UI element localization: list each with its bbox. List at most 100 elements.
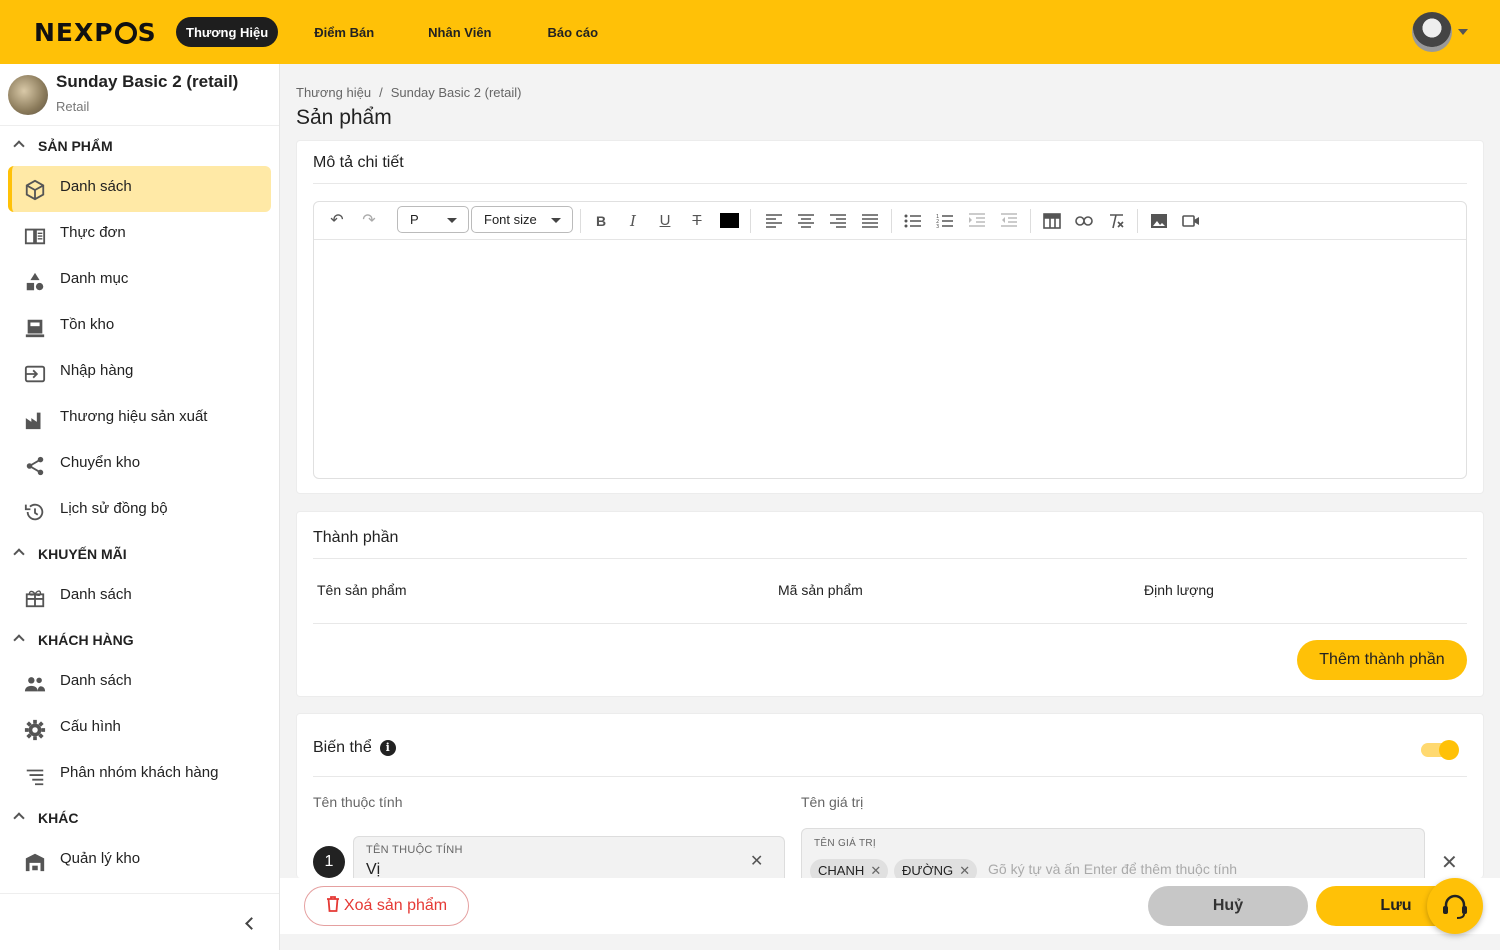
value-chip: CHANH ✕ <box>810 859 889 878</box>
sidebar-item-label: Danh sách <box>60 586 132 603</box>
user-avatar[interactable] <box>1412 12 1452 52</box>
indent-icon[interactable] <box>967 212 987 230</box>
sidebar-item-manufacturers[interactable]: Thương hiệu sản xuất <box>8 396 271 442</box>
sidebar-item-import[interactable]: Nhập hàng <box>8 350 271 396</box>
import-icon <box>24 365 46 383</box>
sidebar-item-label: Lịch sử đồng bộ <box>60 500 168 517</box>
chevron-down-icon[interactable] <box>1458 29 1468 35</box>
description-card: Mô tả chi tiết ↶ ↷ P Font size B I U T 1… <box>296 140 1484 494</box>
font-size-select[interactable]: Font size <box>471 206 573 233</box>
align-justify-icon[interactable] <box>860 212 880 230</box>
caret-down-icon <box>551 218 561 223</box>
link-icon[interactable] <box>1074 212 1094 230</box>
sidebar-item-warehouse[interactable]: Quản lý kho <box>8 838 271 884</box>
redo-icon[interactable]: ↷ <box>359 211 379 231</box>
nav-staff[interactable]: Nhân Viên <box>418 17 501 47</box>
chip-remove-icon[interactable]: ✕ <box>959 859 970 878</box>
breadcrumb: Thương hiệu / Sunday Basic 2 (retail) <box>296 85 521 100</box>
store-name: Sunday Basic 2 (retail) <box>56 72 239 91</box>
variants-toggle[interactable] <box>1421 740 1459 760</box>
sidebar-item-customer-list[interactable]: Danh sách <box>8 660 271 706</box>
italic-icon[interactable]: I <box>623 211 643 231</box>
toolbar-separator <box>1137 209 1138 233</box>
sidebar-item-transfer[interactable]: Chuyển kho <box>8 442 271 488</box>
attribute-name-field[interactable]: Tên thuộc tính Vị ✕ <box>353 836 785 878</box>
toolbar-separator <box>1030 209 1031 233</box>
headset-icon <box>1443 894 1467 919</box>
sidebar-item-label: Quản lý kho <box>60 850 141 867</box>
cancel-button[interactable]: Huỷ <box>1148 886 1308 926</box>
outdent-icon[interactable] <box>999 212 1019 230</box>
support-chat-button[interactable] <box>1427 878 1483 934</box>
add-ingredient-button[interactable]: Thêm thành phần <box>1297 640 1467 680</box>
bullet-list-icon[interactable] <box>903 212 923 230</box>
sidebar-item-config[interactable]: Cấu hình <box>8 706 271 752</box>
factory-icon <box>25 412 41 430</box>
category-icon <box>26 272 44 291</box>
breadcrumb-brand[interactable]: Thương hiệu <box>296 85 371 100</box>
toolbar-separator <box>891 209 892 233</box>
nav-reports[interactable]: Báo cáo <box>538 17 609 47</box>
chevron-up-icon <box>13 140 25 152</box>
divider <box>313 623 1467 624</box>
clear-format-icon[interactable] <box>1106 212 1126 230</box>
nexpos-logo[interactable]: NEXP S <box>34 18 157 47</box>
sidebar-item-customer-groups[interactable]: Phân nhóm khách hàng <box>8 752 271 798</box>
sidebar-item-label: Tồn kho <box>60 316 115 333</box>
gear-icon <box>24 719 46 741</box>
strikethrough-icon[interactable]: T <box>687 211 707 231</box>
underline-icon[interactable]: U <box>655 211 675 231</box>
numbered-list-icon[interactable]: 123 <box>935 212 955 230</box>
nav-stores[interactable]: Điểm Bán <box>304 17 384 47</box>
clear-icon[interactable]: ✕ <box>750 851 763 871</box>
sidebar-item-sync-history[interactable]: Lịch sử đồng bộ <box>8 488 271 534</box>
variant-row-index: 1 <box>313 846 345 878</box>
text-color-swatch[interactable] <box>720 213 739 228</box>
chevron-up-icon <box>13 812 25 824</box>
attribute-values-field[interactable]: Tên giá trị CHANH ✕ ĐƯỜNG ✕ Gõ ký tự và ấn… <box>801 828 1425 878</box>
editor-content-area[interactable] <box>314 240 1466 478</box>
align-right-icon[interactable] <box>828 212 848 230</box>
sidebar-item-inventory[interactable]: Tồn kho <box>8 304 271 350</box>
bold-icon[interactable]: B <box>591 211 611 231</box>
store-type: Retail <box>56 99 90 114</box>
column-product-name: Tên sản phẩm <box>317 582 407 598</box>
breadcrumb-separator: / <box>379 85 383 100</box>
store-header[interactable]: Sunday Basic 2 (retail) Retail <box>0 64 279 126</box>
trash-icon <box>326 896 339 912</box>
people-icon <box>24 677 46 692</box>
align-left-icon[interactable] <box>764 212 784 230</box>
delete-product-button[interactable]: Xoá sản phẩm <box>304 886 469 926</box>
nav-brand[interactable]: Thương Hiệu <box>176 17 279 47</box>
undo-icon[interactable]: ↶ <box>327 211 347 231</box>
info-icon[interactable]: i <box>379 740 396 756</box>
variants-card: Biến thể i Tên thuộc tính Tên giá trị 1 T… <box>296 713 1484 878</box>
action-bar: Xoá sản phẩm Huỷ Lưu <box>280 878 1500 934</box>
chevron-up-icon <box>13 548 25 560</box>
remove-variant-row-icon[interactable]: ✕ <box>1441 850 1458 875</box>
sidebar-item-menu[interactable]: Thực đơn <box>8 212 271 258</box>
history-icon <box>24 503 44 521</box>
sidebar-item-label: Danh sách <box>60 178 132 195</box>
table-icon[interactable] <box>1042 212 1062 230</box>
paragraph-select[interactable]: P <box>397 206 469 233</box>
column-product-code: Mã sản phẩm <box>778 582 863 598</box>
sidebar-item-categories[interactable]: Danh mục <box>8 258 271 304</box>
align-center-icon[interactable] <box>796 212 816 230</box>
sidebar: Sunday Basic 2 (retail) Retail SẢN PHẨM … <box>0 64 280 950</box>
store-avatar <box>8 75 48 115</box>
sidebar-item-label: Thương hiệu sản xuất <box>60 408 208 425</box>
sidebar-item-label: Danh mục <box>60 270 129 287</box>
section-title: SẢN PHẨM <box>38 138 113 154</box>
collapse-sidebar-button[interactable] <box>0 893 279 950</box>
video-icon[interactable] <box>1181 212 1201 230</box>
section-title: KHÁCH HÀNG <box>38 632 134 648</box>
sidebar-item-label: Phân nhóm khách hàng <box>60 764 219 781</box>
chip-remove-icon[interactable]: ✕ <box>870 859 881 878</box>
image-icon[interactable] <box>1149 212 1169 230</box>
ingredients-card: Thành phần Tên sản phẩm Mã sản phẩm Định… <box>296 511 1484 697</box>
breadcrumb-store[interactable]: Sunday Basic 2 (retail) <box>391 85 522 100</box>
sidebar-item-product-list[interactable]: Danh sách <box>8 166 271 212</box>
sidebar-item-promo-list[interactable]: Danh sách <box>8 574 271 620</box>
chevron-up-icon <box>13 634 25 646</box>
